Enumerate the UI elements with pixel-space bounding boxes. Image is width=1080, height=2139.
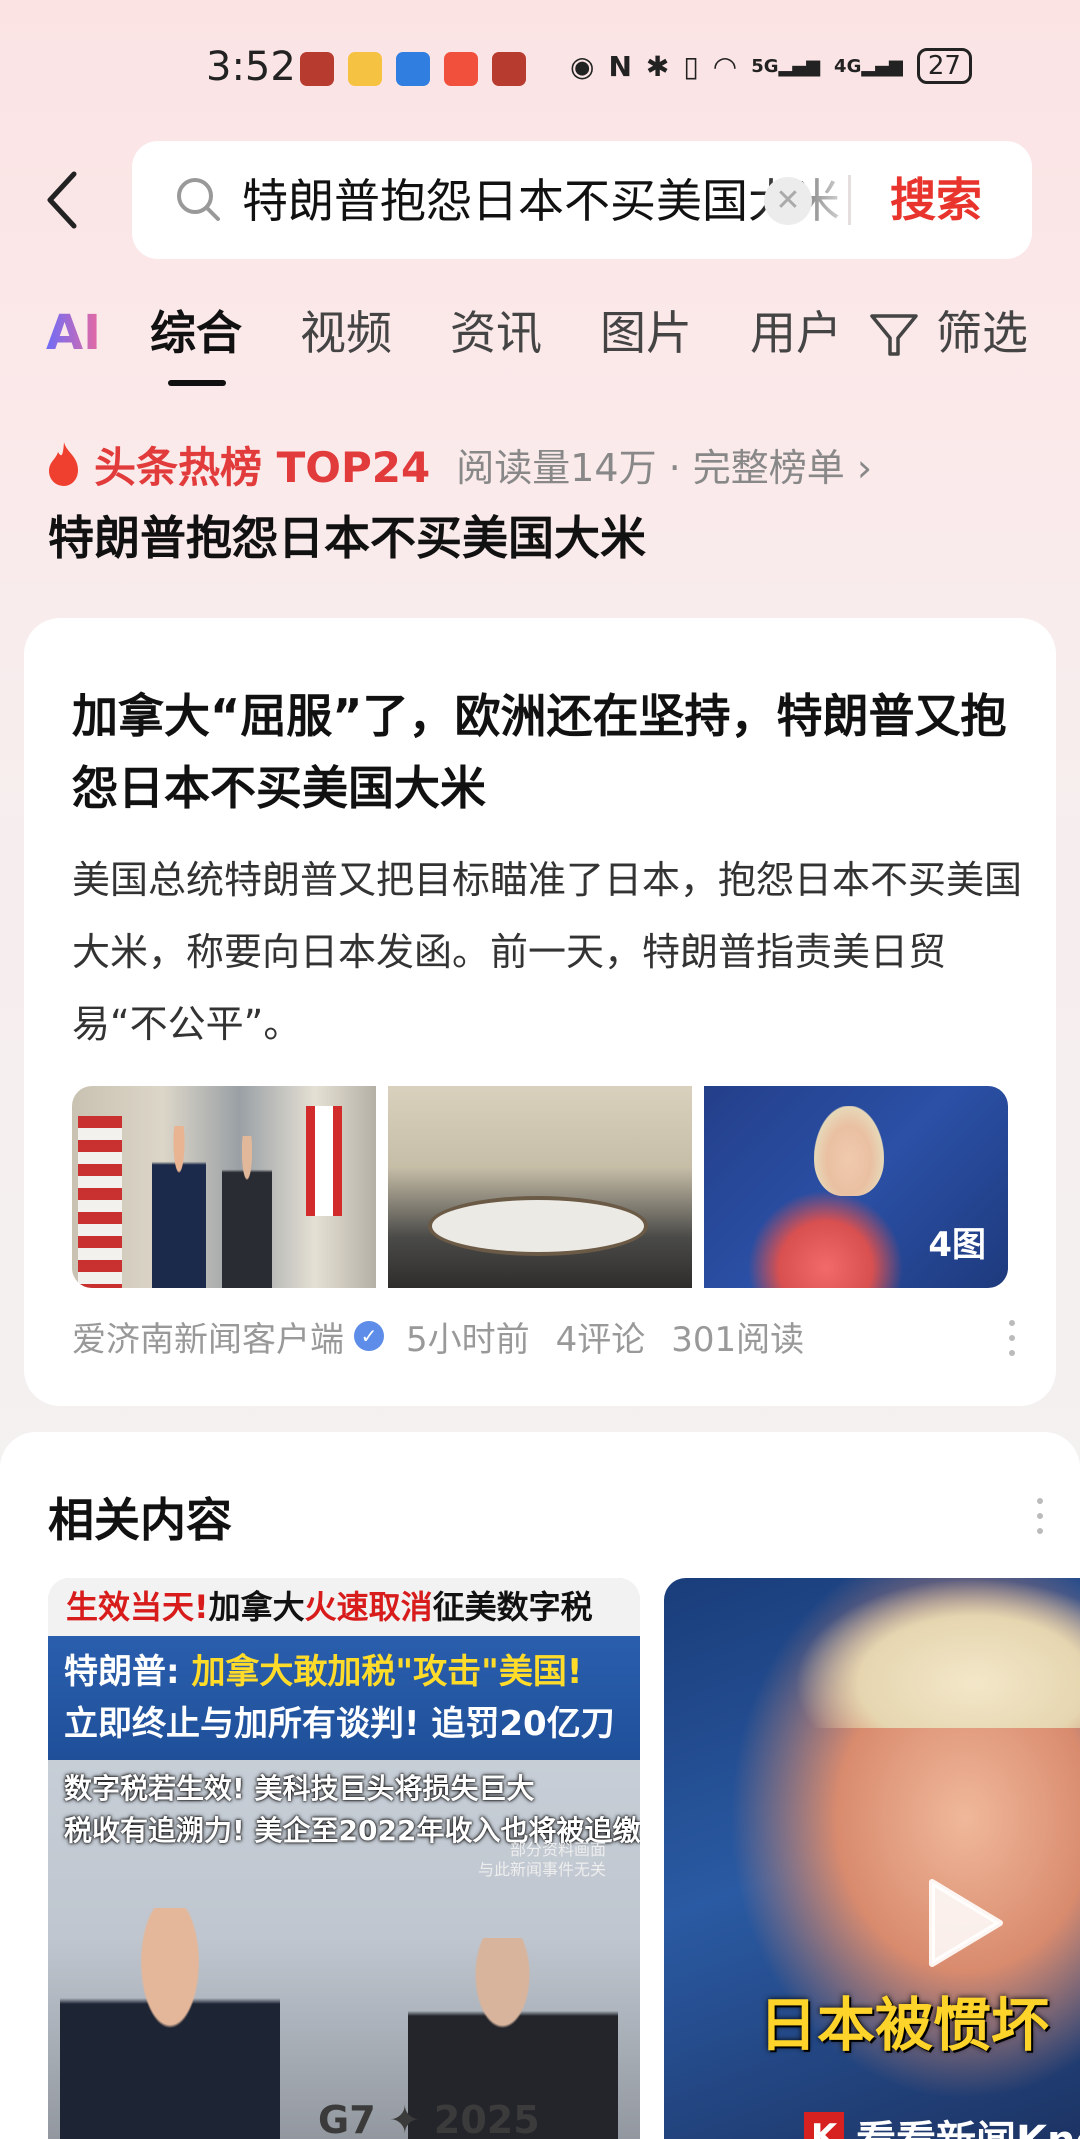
related-more-icon[interactable]	[1036, 1496, 1044, 1536]
tab-images[interactable]: 图片	[600, 298, 692, 368]
hot-list-meta[interactable]: 阅读量14万 · 完整榜单 ›	[456, 437, 872, 492]
signal-5g-icon: 5G▂▄▆	[751, 55, 821, 77]
eye-icon: ◉	[570, 49, 595, 83]
clear-button[interactable]: ✕	[764, 177, 812, 225]
status-bar: 3:52 ◉ N ✱ ▯ ◠ 5G▂▄▆ 4G▂▄▆ 27	[0, 40, 1080, 100]
app-icon-blue	[396, 52, 430, 86]
video1-watermark: 部分资料画面 与此新闻事件无关	[478, 1840, 607, 1879]
search-box[interactable]: 特朗普抱怨日本不买美国大米 ✕ 搜索	[132, 141, 1032, 259]
article-image-1[interactable]	[72, 1086, 376, 1288]
tab-comprehensive[interactable]: 综合	[150, 298, 242, 368]
flame-icon	[49, 442, 78, 486]
huawei-app-icon	[300, 52, 334, 86]
hot-topic-title[interactable]: 特朗普抱怨日本不买美国大米	[48, 506, 646, 570]
article-image-3[interactable]: 4图	[704, 1086, 1008, 1288]
tab-filter[interactable]: 筛选	[936, 298, 1028, 368]
article-description: 美国总统特朗普又把目标瞄准了日本，抱怨日本不买美国大米，称要向日本发函。前一天，…	[72, 858, 1023, 1046]
search-divider	[848, 175, 851, 225]
article-reads: 301阅读	[671, 1319, 805, 1360]
app-icon-red	[444, 52, 478, 86]
article-card[interactable]: 加拿大“屈服”了，欧洲还在坚持，特朗普又抱怨日本不买美国大米 美国总统特朗普又把…	[24, 618, 1056, 1406]
search-button[interactable]: 搜索	[890, 169, 982, 231]
signal-4g-icon: 4G▂▄▆	[834, 55, 903, 77]
tab-ai[interactable]: AI	[46, 298, 101, 368]
related-title: 相关内容	[48, 1493, 232, 1547]
active-tab-underline	[168, 380, 226, 386]
back-button[interactable]	[44, 170, 84, 230]
related-content-section: 相关内容 生效当天!加拿大火速取消征美数字税 特朗普: 加拿大敢加税"攻击"美国…	[0, 1432, 1080, 2139]
tab-news[interactable]: 资讯	[450, 298, 542, 368]
tab-video[interactable]: 视频	[300, 298, 392, 368]
article-comments: 4评论	[555, 1319, 646, 1360]
status-time: 3:52	[206, 44, 296, 90]
video2-caption: 日本被惯坏	[759, 1991, 1050, 2059]
more-options-icon[interactable]	[1008, 1318, 1016, 1358]
article-image-2[interactable]	[388, 1086, 692, 1288]
related-video-2[interactable]: 日本被惯坏 K 看看新闻Knews	[664, 1578, 1080, 2139]
image-count-badge: 4图	[928, 1225, 986, 1265]
article-time: 5小时前	[406, 1319, 530, 1360]
verified-icon: ✓	[354, 1321, 384, 1351]
hot-list-banner[interactable]: 头条热榜 TOP24 阅读量14万 · 完整榜单 ›	[44, 436, 872, 492]
wifi-icon: ◠	[712, 49, 738, 83]
battery-icon: 27	[916, 48, 972, 84]
system-icons: ◉ N ✱ ▯ ◠ 5G▂▄▆ 4G▂▄▆ 27	[570, 48, 972, 84]
tab-users[interactable]: 用户	[750, 298, 842, 368]
video1-person-1	[60, 1908, 280, 2139]
knews-logo-icon: K	[804, 2112, 844, 2139]
hot-list-title: 头条热榜 TOP24	[94, 442, 431, 492]
filter-icon[interactable]	[868, 310, 920, 360]
vibrate-icon: ▯	[683, 49, 699, 83]
nfc-icon: N	[608, 49, 632, 83]
huawei-app-icon-2	[492, 52, 526, 86]
weibo-icon	[348, 52, 382, 86]
result-tabs: AI 综合 视频 资讯 图片 用户 筛选	[0, 298, 1080, 388]
related-video-1[interactable]: 生效当天!加拿大火速取消征美数字税 特朗普: 加拿大敢加税"攻击"美国! 立即终…	[48, 1578, 640, 2139]
notification-icons	[300, 52, 526, 86]
play-icon[interactable]	[924, 1878, 1004, 1968]
search-icon	[177, 178, 220, 221]
article-meta: 爱济南新闻客户端 ✓ 5小时前 4评论 301阅读	[72, 1306, 1012, 1366]
video2-logo: K 看看新闻Knews	[804, 2108, 1080, 2139]
article-title[interactable]: 加拿大“屈服”了，欧洲还在坚持，特朗普又抱怨日本不买美国大米	[72, 680, 1022, 824]
article-images[interactable]: 4图	[72, 1086, 1008, 1288]
video1-headline-2: 特朗普: 加拿大敢加税"攻击"美国! 立即终止与加所有谈判! 追罚20亿刀	[48, 1636, 640, 1760]
video1-g7-logo: G7 ✦ 2025	[318, 2098, 540, 2139]
search-results-page: 3:52 ◉ N ✱ ▯ ◠ 5G▂▄▆ 4G▂▄▆ 27 特朗普抱怨日本不买美…	[0, 0, 1080, 2139]
chevron-left-icon	[47, 171, 77, 229]
bluetooth-icon: ✱	[645, 49, 670, 83]
article-source[interactable]: 爱济南新闻客户端	[72, 1312, 344, 1361]
video1-headline-1: 生效当天!加拿大火速取消征美数字税	[48, 1578, 640, 1636]
